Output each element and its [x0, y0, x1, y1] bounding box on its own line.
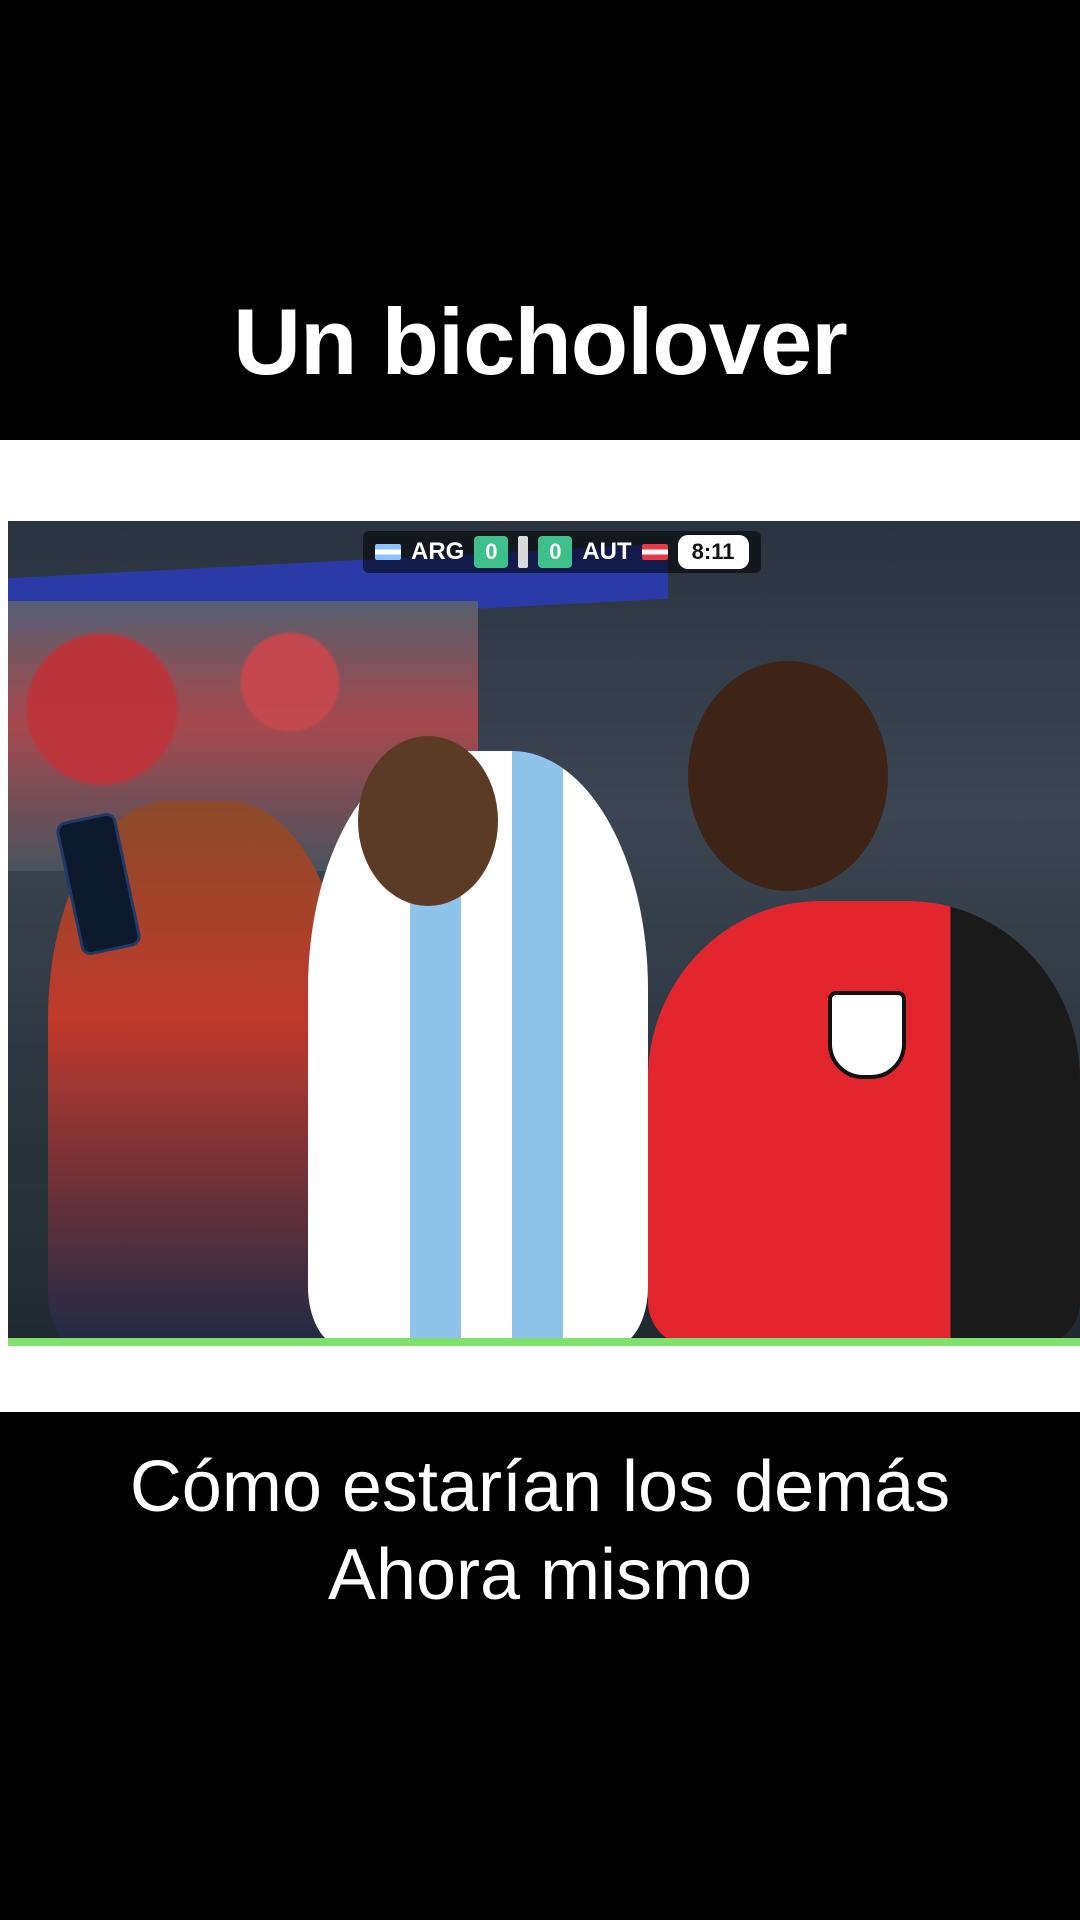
score-divider: [518, 536, 529, 568]
bottom-caption-line-2: Ahora mismo: [327, 1534, 753, 1615]
austria-flag-icon: [641, 544, 668, 560]
away-team: AUT: [582, 538, 632, 565]
argentina-flag-icon: [375, 544, 401, 560]
bottom-caption-line-1: Cómo estarían los demás: [129, 1447, 951, 1527]
person-head-right: [688, 661, 888, 891]
away-score: 0: [538, 536, 573, 568]
video-progress-bar[interactable]: [8, 1338, 1080, 1346]
home-team: ARG: [411, 538, 465, 565]
bottom-caption: Cómo estarían los demás Ahora mismo: [0, 1444, 1080, 1620]
home-score: 0: [474, 536, 509, 568]
match-clock: 8:11: [677, 535, 749, 569]
person-austria-jersey: [648, 901, 1080, 1346]
scoreboard: ARG 0 0 AUT 8:11: [363, 531, 761, 573]
top-caption: Un bicholover: [233, 289, 848, 394]
video-frame[interactable]: ARG 0 0 AUT 8:11: [8, 521, 1080, 1346]
austria-crest-icon: [828, 991, 906, 1079]
person-head-middle: [358, 736, 498, 906]
